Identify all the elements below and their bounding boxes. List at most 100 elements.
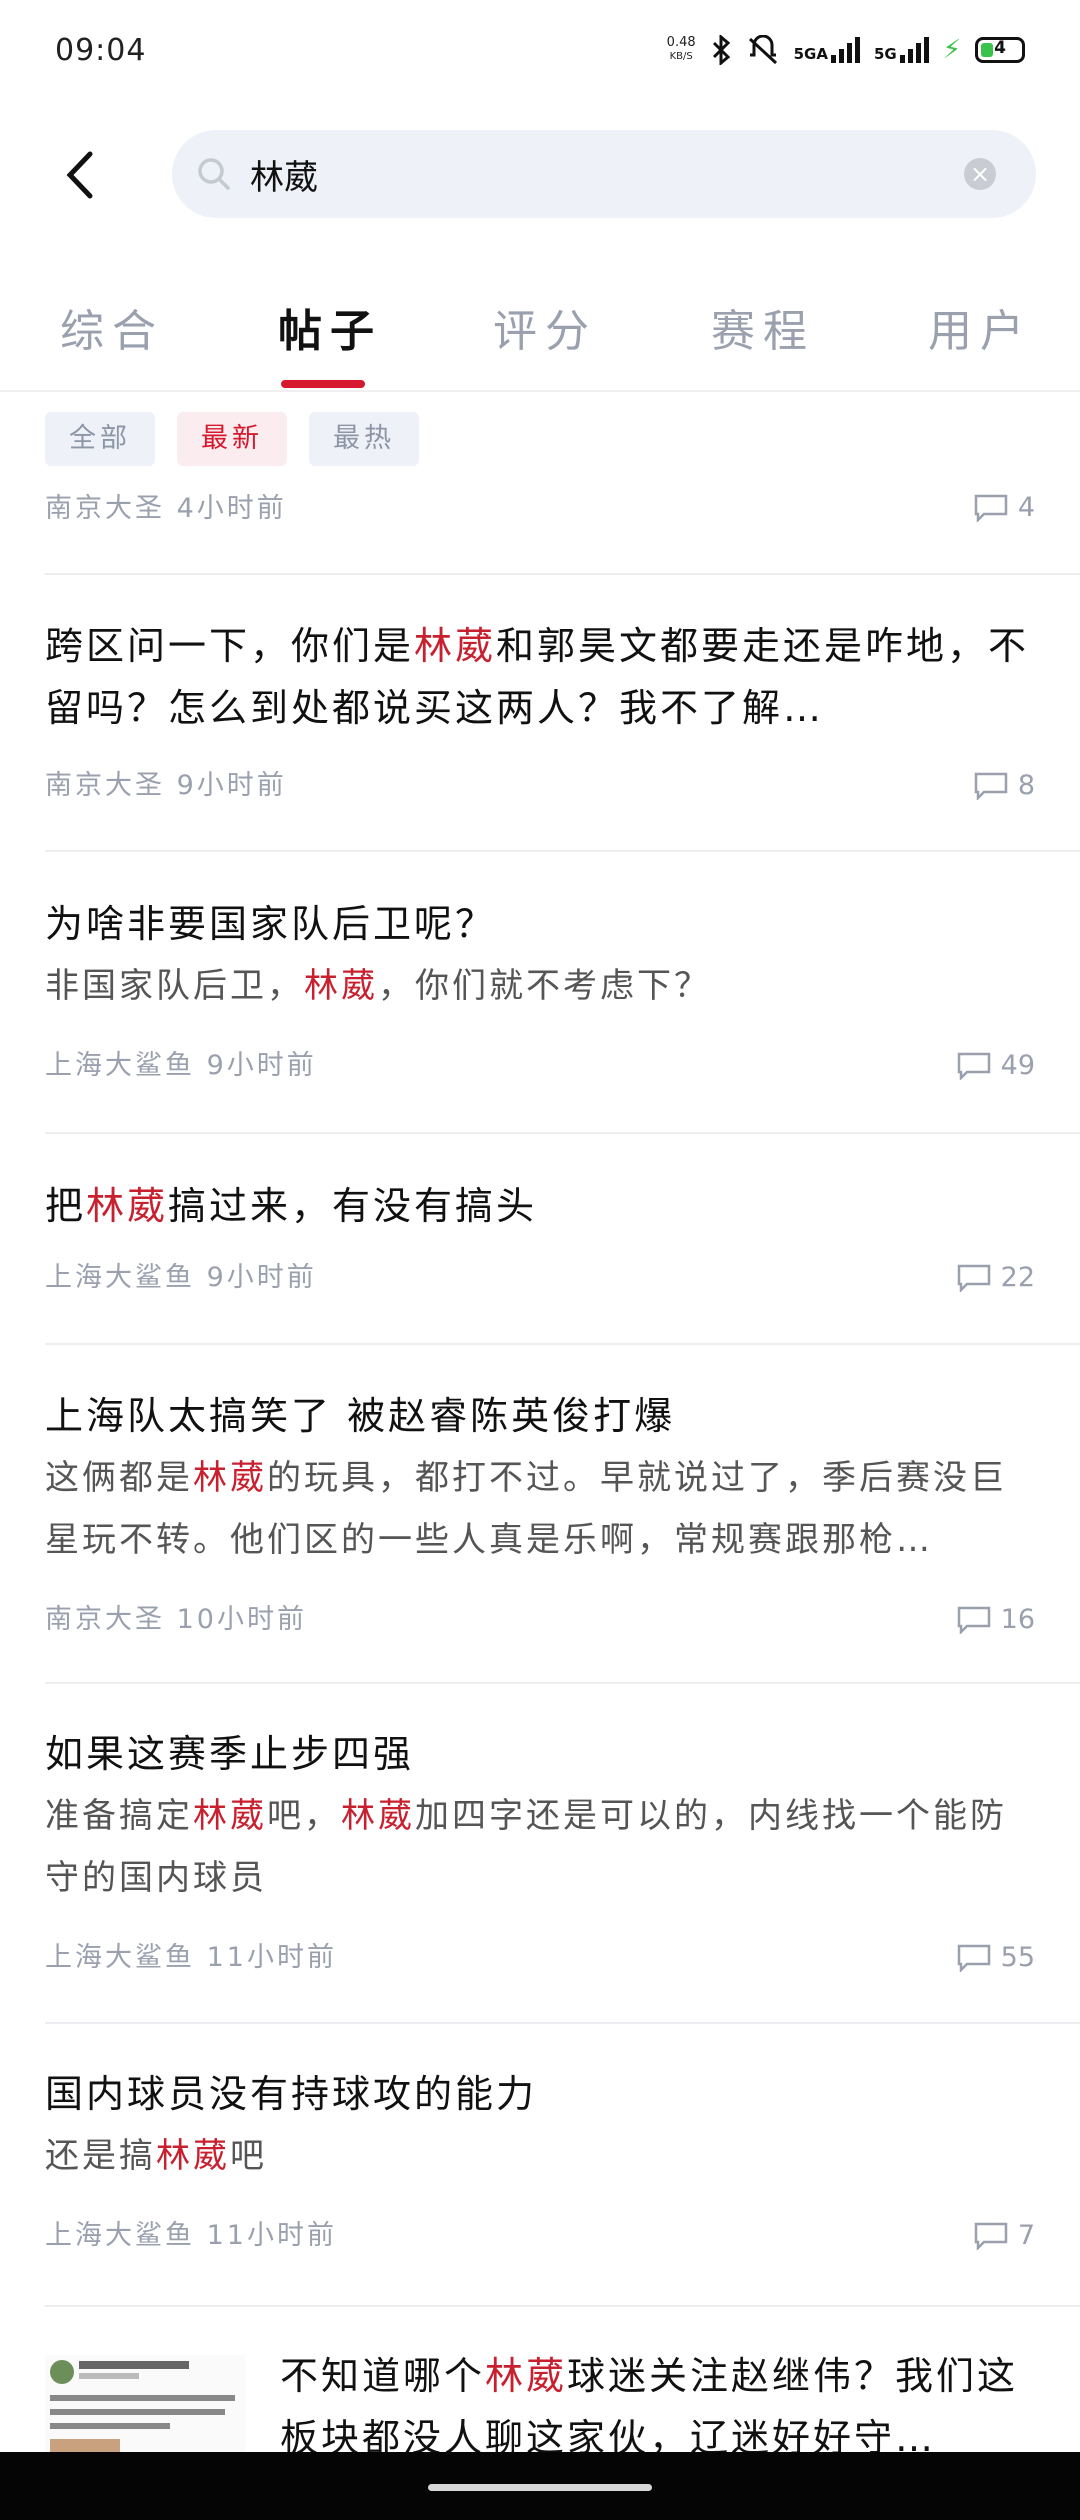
comment-count-value: 16 <box>1000 1604 1035 1635</box>
home-gesture-handle[interactable] <box>428 2484 652 2491</box>
post-title[interactable]: 不知道哪个林葳球迷关注赵继伟？我们这板块都没人聊这家伙，辽迷好好守… <box>280 2345 1035 2469</box>
status-bar: 09:04 0.48 KB/S 5GA 5G ⚡ 4 <box>0 0 1080 100</box>
signal-5g-label: 5G <box>873 45 897 63</box>
comment-count: 22 <box>957 1262 1035 1293</box>
tab-comprehensive[interactable]: 综合 <box>60 295 164 359</box>
post-meta: 上海大鲨鱼 9小时前 <box>45 1255 317 1294</box>
battery-level: 4 <box>994 38 1006 58</box>
filter-latest[interactable]: 最新 <box>177 412 287 466</box>
post-author: 上海大鲨鱼 <box>45 1262 195 1293</box>
bluetooth-icon <box>712 35 730 65</box>
tab-users[interactable]: 用户 <box>928 295 1032 359</box>
post-author: 南京大圣 <box>45 493 165 524</box>
divider <box>45 1132 1080 1134</box>
close-icon: × <box>969 160 991 188</box>
search-icon <box>198 158 230 190</box>
comment-count-value: 4 <box>1017 492 1035 523</box>
comment-count-value: 22 <box>1000 1262 1035 1293</box>
comment-icon <box>957 1264 990 1292</box>
search-input[interactable]: 林葳 × <box>172 130 1036 218</box>
post-time: 10小时前 <box>176 1604 307 1635</box>
search-query[interactable]: 林葳 <box>250 150 318 199</box>
comment-icon <box>974 772 1008 800</box>
post-meta: 南京大圣 4小时前 <box>45 486 287 525</box>
keyword-highlight: 林葳 <box>414 624 497 668</box>
post-meta: 上海大鲨鱼 9小时前 <box>45 1043 317 1082</box>
divider <box>45 573 1080 575</box>
divider <box>45 1343 1080 1345</box>
post-title: 上海队太搞笑了 被赵睿陈英俊打爆 <box>45 1394 676 1438</box>
post-author: 上海大鲨鱼 <box>45 1942 195 1973</box>
tab-ratings[interactable]: 评分 <box>493 295 597 359</box>
active-tab-indicator <box>281 380 365 388</box>
signal-bars-icon <box>830 37 860 63</box>
post-body: 这俩都是林葳的玩具，都打不过。早就说过了，季后赛没巨星玩不转。他们区的一些人真是… <box>45 1458 1007 1560</box>
filter-hottest[interactable]: 最热 <box>309 412 419 466</box>
keyword-highlight: 林葳 <box>193 1796 267 1836</box>
signal-5ga: 5GA <box>794 37 860 63</box>
post-item[interactable]: 上海队太搞笑了 被赵睿陈英俊打爆 这俩都是林葳的玩具，都打不过。早就说过了，季后… <box>45 1385 1035 1650</box>
search-header: 林葳 × <box>0 130 1080 220</box>
comment-count: 49 <box>957 1050 1035 1081</box>
divider <box>45 850 1080 852</box>
post-title: 为啥非要国家队后卫呢？ <box>45 902 497 946</box>
battery-icon: 4 <box>975 37 1025 63</box>
post-item[interactable]: 跨区问一下，你们是林葳和郭昊文都要走还是咋地，不留吗？怎么到处都说买这两人？我不… <box>45 615 1035 815</box>
net-speed: 0.48 KB/S <box>667 36 696 64</box>
status-icons: 0.48 KB/S 5GA 5G ⚡ 4 <box>667 35 1025 65</box>
filter-all[interactable]: 全部 <box>45 412 155 466</box>
keyword-highlight: 林葳 <box>304 966 378 1006</box>
keyword-highlight: 林葳 <box>341 1796 415 1836</box>
keyword-highlight: 林葳 <box>156 2136 230 2176</box>
status-time: 09:04 <box>55 32 147 68</box>
post-title: 国内球员没有持球攻的能力 <box>45 2072 538 2116</box>
post-item[interactable]: 如果这赛季止步四强 准备搞定林葳吧，林葳加四字还是可以的，内线找一个能防守的国内… <box>45 1723 1035 1988</box>
divider <box>0 390 1080 392</box>
tab-schedule[interactable]: 赛程 <box>711 295 815 359</box>
signal-5g: 5G <box>874 37 929 63</box>
post-meta: 上海大鲨鱼 11小时前 <box>45 1935 337 1974</box>
divider <box>45 1682 1080 1684</box>
post-time: 4小时前 <box>176 493 287 524</box>
back-button[interactable] <box>60 148 110 202</box>
net-speed-value: 0.48 <box>666 35 696 50</box>
charging-icon: ⚡ <box>942 35 961 65</box>
comment-icon <box>974 494 1008 522</box>
post-item[interactable]: 国内球员没有持球攻的能力 还是搞林葳吧 上海大鲨鱼 11小时前 7 <box>45 2063 1035 2263</box>
post-item[interactable]: 把林葳搞过来，有没有搞头 上海大鲨鱼 9小时前 22 <box>45 1175 1035 1315</box>
tab-bar: 综合 帖子 评分 赛程 用户 <box>0 280 1080 390</box>
mute-icon <box>748 35 777 65</box>
post-meta: 南京大圣 10小时前 <box>45 1597 307 1636</box>
post-item[interactable]: 南京大圣 4小时前 4 <box>45 480 1035 540</box>
post-time: 9小时前 <box>176 770 287 801</box>
comment-count: 16 <box>957 1604 1035 1635</box>
tab-posts[interactable]: 帖子 <box>278 295 382 359</box>
keyword-highlight: 林葳 <box>485 2354 568 2398</box>
divider <box>45 2022 1080 2024</box>
post-time: 9小时前 <box>206 1262 317 1293</box>
post-meta: 上海大鲨鱼 11小时前 <box>45 2213 337 2252</box>
post-time: 9小时前 <box>206 1050 317 1081</box>
post-meta: 南京大圣 9小时前 <box>45 763 287 802</box>
post-title: 如果这赛季止步四强 <box>45 1732 415 1776</box>
comment-icon <box>957 1052 990 1080</box>
keyword-highlight: 林葳 <box>86 1184 169 1228</box>
post-time: 11小时前 <box>206 1942 337 1973</box>
comment-count-value: 49 <box>1000 1050 1035 1081</box>
post-title: 把林葳搞过来，有没有搞头 <box>45 1184 538 1228</box>
post-body: 非国家队后卫，林葳，你们就不考虑下？ <box>45 966 711 1006</box>
signal-5ga-label: 5GA <box>793 45 828 63</box>
post-body: 准备搞定林葳吧，林葳加四字还是可以的，内线找一个能防守的国内球员 <box>45 1796 1007 1898</box>
post-author: 南京大圣 <box>45 1604 165 1635</box>
comment-count: 55 <box>957 1942 1035 1973</box>
post-body: 还是搞林葳吧 <box>45 2136 267 2176</box>
clear-search-button[interactable]: × <box>964 158 996 190</box>
comment-count: 7 <box>974 2220 1035 2251</box>
comment-count: 8 <box>974 770 1035 801</box>
post-author: 上海大鲨鱼 <box>45 1050 195 1081</box>
back-arrow-icon <box>66 151 93 199</box>
post-time: 11小时前 <box>206 2220 337 2251</box>
comment-icon <box>957 1606 990 1634</box>
post-item[interactable]: 为啥非要国家队后卫呢？ 非国家队后卫，林葳，你们就不考虑下？ 上海大鲨鱼 9小时… <box>45 893 1035 1093</box>
keyword-highlight: 林葳 <box>193 1458 267 1498</box>
